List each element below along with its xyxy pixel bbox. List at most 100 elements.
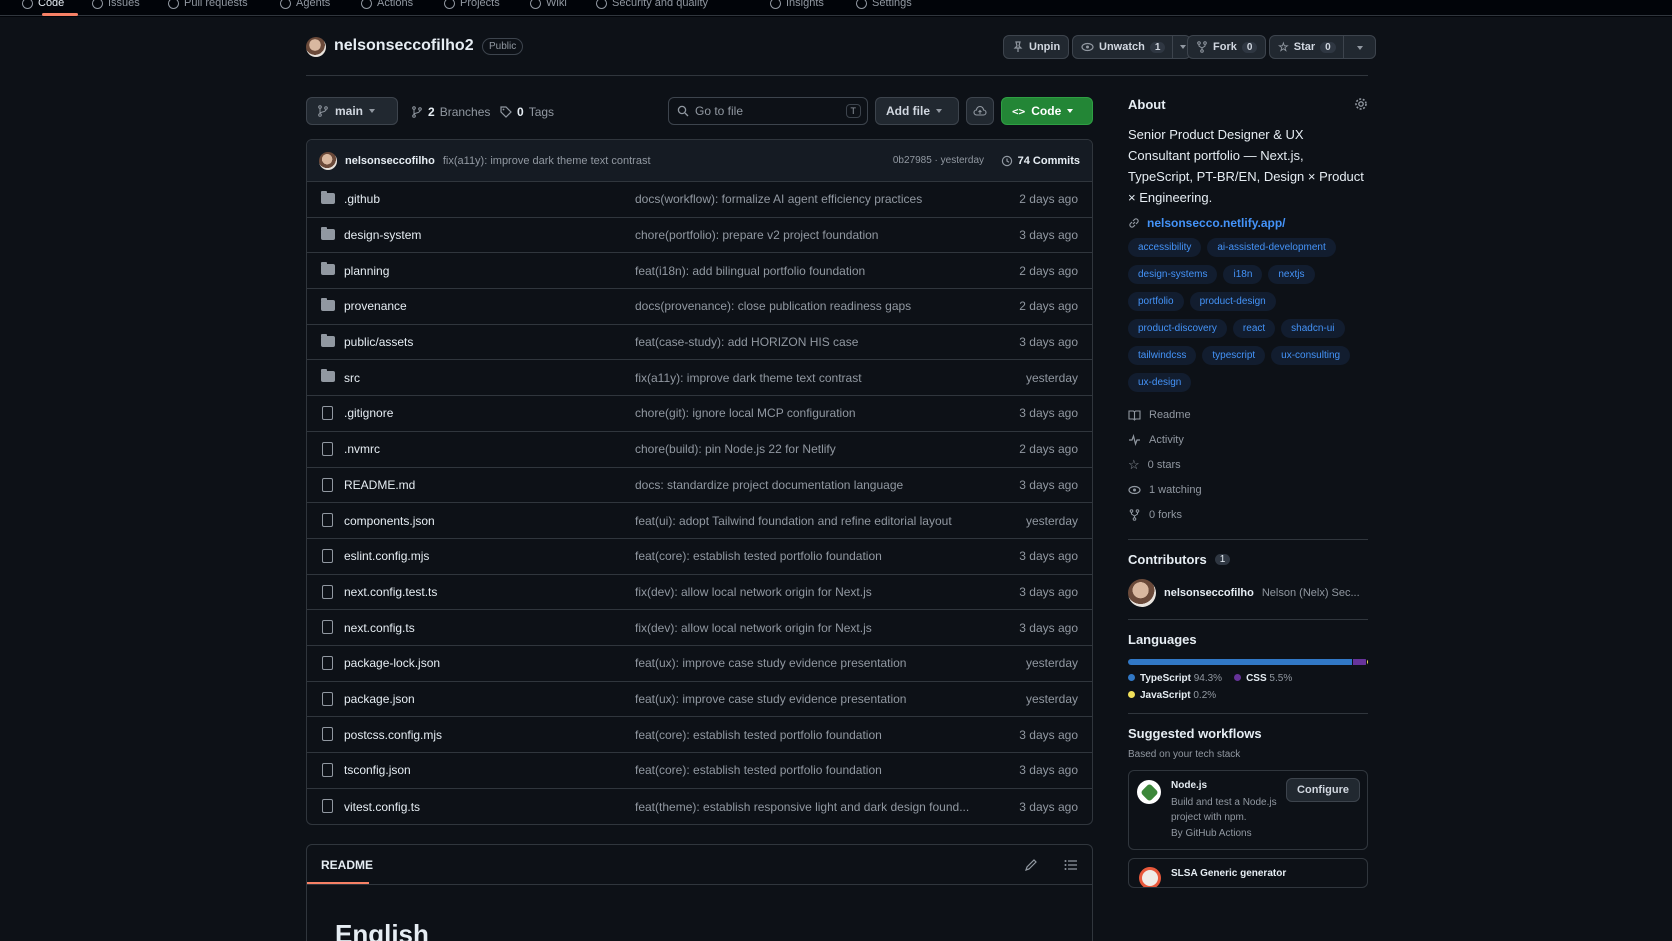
pencil-icon[interactable]: [1024, 858, 1038, 872]
file-name[interactable]: design-system: [344, 228, 421, 242]
readme-link[interactable]: Readme: [1128, 402, 1368, 427]
file-row[interactable]: package.json feat(ux): improve case study…: [307, 682, 1092, 718]
file-commit-message[interactable]: fix(dev): allow local network origin for…: [635, 621, 872, 635]
unpin-button[interactable]: Unpin: [1003, 35, 1070, 59]
topic-tag[interactable]: ux-design: [1128, 373, 1192, 392]
topic-tag[interactable]: product-discovery: [1128, 319, 1227, 338]
file-row[interactable]: .gitignore chore(git): ignore local MCP c…: [307, 396, 1092, 432]
topic-tag[interactable]: ai-assisted-development: [1207, 238, 1336, 257]
star-list-dropdown[interactable]: [1351, 41, 1371, 53]
file-commit-message[interactable]: chore(git): ignore local MCP configurati…: [635, 406, 856, 420]
stars-link[interactable]: ☆ 0 stars: [1128, 452, 1368, 477]
fork-button[interactable]: Fork 0: [1187, 35, 1267, 59]
file-name[interactable]: planning: [344, 264, 389, 278]
file-commit-message[interactable]: feat(i18n): add bilingual portfolio foun…: [635, 264, 865, 278]
file-name[interactable]: postcss.config.mjs: [344, 728, 442, 742]
topic-tag[interactable]: react: [1232, 319, 1276, 338]
topic-tag[interactable]: design-systems: [1128, 265, 1218, 284]
file-commit-message[interactable]: feat(core): establish tested portfolio f…: [635, 728, 882, 742]
file-row[interactable]: README.md docs: standardize project docum…: [307, 468, 1092, 504]
file-row[interactable]: public/assets feat(case-study): add HORIZ…: [307, 325, 1092, 361]
file-commit-message[interactable]: feat(core): establish tested portfolio f…: [635, 549, 882, 563]
file-name[interactable]: next.config.ts: [344, 621, 415, 635]
file-name[interactable]: package-lock.json: [344, 656, 440, 670]
topic-tag[interactable]: product-design: [1189, 292, 1276, 311]
file-row[interactable]: design-system chore(portfolio): prepare v…: [307, 218, 1092, 254]
file-name[interactable]: next.config.test.ts: [344, 585, 437, 599]
topic-tag[interactable]: accessibility: [1128, 238, 1202, 257]
forks-link[interactable]: 0 forks: [1128, 502, 1368, 527]
file-commit-message[interactable]: feat(theme): establish responsive light …: [635, 800, 969, 814]
file-name[interactable]: src: [344, 371, 360, 385]
file-name[interactable]: tsconfig.json: [344, 763, 411, 777]
file-commit-message[interactable]: fix(dev): allow local network origin for…: [635, 585, 872, 599]
star-button[interactable]: ☆ Star 0: [1269, 35, 1376, 59]
file-row[interactable]: eslint.config.mjs feat(core): establish t…: [307, 539, 1092, 575]
file-name[interactable]: package.json: [344, 692, 415, 706]
tab-security[interactable]: Security and quality: [596, 0, 708, 9]
file-commit-message[interactable]: docs: standardize project documentation …: [635, 478, 903, 492]
topic-tag[interactable]: i18n: [1223, 265, 1263, 284]
file-commit-message[interactable]: feat(ux): improve case study evidence pr…: [635, 692, 906, 706]
topic-tag[interactable]: typescript: [1202, 346, 1266, 365]
commit-hash-time[interactable]: 0b27985 · yesterday: [893, 155, 984, 166]
file-commit-message[interactable]: feat(core): establish tested portfolio f…: [635, 763, 882, 777]
topic-tag[interactable]: nextjs: [1268, 265, 1315, 284]
file-row[interactable]: .github docs(workflow): formalize AI agen…: [307, 182, 1092, 218]
file-row[interactable]: next.config.test.ts fix(dev): allow local…: [307, 575, 1092, 611]
configure-button[interactable]: Configure: [1286, 778, 1360, 802]
tab-code[interactable]: Code: [22, 0, 64, 9]
unwatch-button[interactable]: Unwatch 1: [1072, 35, 1192, 59]
activity-link[interactable]: Activity: [1128, 427, 1368, 452]
tab-insights[interactable]: Insights: [770, 0, 824, 9]
file-name[interactable]: provenance: [344, 299, 407, 313]
owner-avatar[interactable]: [306, 37, 326, 57]
add-file-button[interactable]: Add file: [875, 97, 959, 125]
tab-projects[interactable]: Projects: [444, 0, 500, 9]
commits-link[interactable]: 74 Commits: [1001, 155, 1080, 167]
watching-link[interactable]: 1 watching: [1128, 477, 1368, 502]
list-icon[interactable]: [1064, 858, 1078, 872]
codespaces-button[interactable]: [966, 97, 994, 125]
file-name[interactable]: .nvmrc: [344, 442, 380, 456]
file-row[interactable]: next.config.ts fix(dev): allow local netw…: [307, 610, 1092, 646]
tab-issues[interactable]: Issues: [92, 0, 140, 9]
topic-tag[interactable]: shadcn-ui: [1281, 319, 1345, 338]
file-commit-message[interactable]: fix(a11y): improve dark theme text contr…: [635, 371, 862, 385]
file-row[interactable]: package-lock.json feat(ux): improve case …: [307, 646, 1092, 682]
tags-link[interactable]: 0 Tags: [500, 105, 554, 119]
file-row[interactable]: tsconfig.json feat(core): establish teste…: [307, 753, 1092, 789]
tab-pull-requests[interactable]: Pull requests: [168, 0, 248, 9]
file-row[interactable]: planning feat(i18n): add bilingual portfo…: [307, 253, 1092, 290]
file-name[interactable]: components.json: [344, 514, 435, 528]
file-name[interactable]: vitest.config.ts: [344, 800, 420, 814]
contributor-item[interactable]: nelsonseccofilho Nelson (Nelx) Sec...: [1128, 579, 1368, 607]
author-avatar[interactable]: [319, 151, 337, 170]
file-commit-message[interactable]: docs(provenance): close publication read…: [635, 299, 911, 313]
tab-actions[interactable]: Actions: [361, 0, 413, 9]
topic-tag[interactable]: tailwindcss: [1128, 346, 1197, 365]
readme-tab[interactable]: README: [321, 858, 373, 872]
language-legend-item[interactable]: CSS 5.5%: [1234, 673, 1292, 684]
tab-wiki[interactable]: Wiki: [530, 0, 567, 9]
branches-link[interactable]: 2 Branches: [411, 105, 490, 119]
topic-tag[interactable]: portfolio: [1128, 292, 1184, 311]
file-commit-message[interactable]: docs(workflow): formalize AI agent effic…: [635, 192, 922, 206]
file-commit-message[interactable]: chore(portfolio): prepare v2 project fou…: [635, 228, 878, 242]
commit-author[interactable]: nelsonseccofilho: [345, 155, 435, 167]
file-row[interactable]: provenance docs(provenance): close public…: [307, 289, 1092, 325]
file-name[interactable]: README.md: [344, 478, 415, 492]
go-to-file-input[interactable]: Go to file T: [668, 97, 868, 125]
tab-settings[interactable]: Settings: [856, 0, 912, 9]
file-commit-message[interactable]: feat(ux): improve case study evidence pr…: [635, 656, 906, 670]
file-row[interactable]: postcss.config.mjs feat(core): establish …: [307, 717, 1092, 753]
file-name[interactable]: .github: [344, 192, 380, 206]
tab-agents[interactable]: Agents: [280, 0, 330, 9]
gear-icon[interactable]: [1354, 97, 1368, 111]
contributors-title[interactable]: Contributors: [1128, 552, 1207, 567]
file-row[interactable]: .nvmrc chore(build): pin Node.js 22 for N…: [307, 432, 1092, 468]
commit-message[interactable]: fix(a11y): improve dark theme text contr…: [443, 155, 651, 167]
repo-title[interactable]: nelsonseccofilho2: [334, 37, 474, 55]
chevron-down-icon[interactable]: [1180, 45, 1187, 49]
file-row[interactable]: src fix(a11y): improve dark theme text co…: [307, 360, 1092, 397]
